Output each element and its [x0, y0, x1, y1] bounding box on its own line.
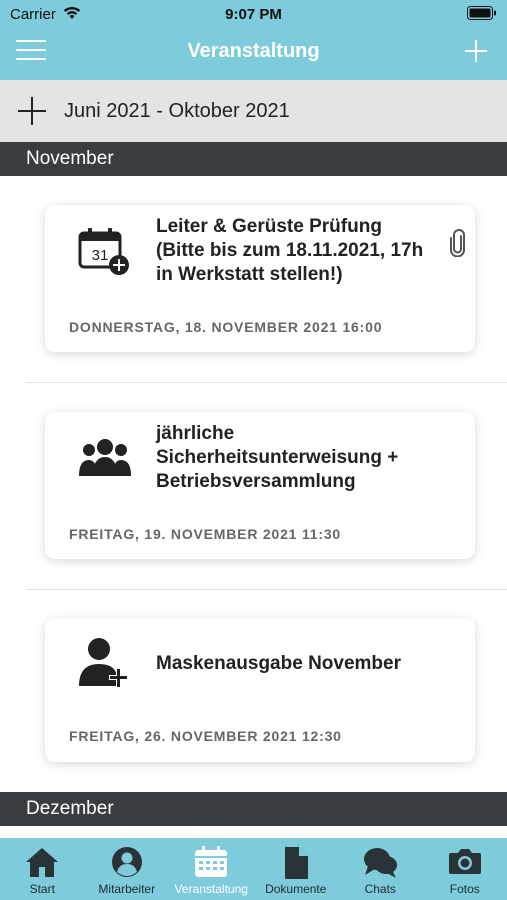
event-card[interactable]: jährliche Sicherheitsunterweisung + Betr…: [45, 412, 475, 559]
event-title: Maskenausgabe November: [156, 653, 401, 674]
tab-label: Veranstaltung: [174, 882, 248, 896]
list-separator: [26, 589, 507, 590]
list-separator: [26, 382, 507, 383]
calendar-icon: [195, 846, 228, 877]
month-header-dezember: Dezember: [0, 792, 507, 826]
event-title: Leiter & Gerüste Prüfung (Bitte bis zum …: [156, 216, 424, 285]
status-bar: Carrier 9:07 PM: [0, 0, 507, 28]
event-title: jährliche Sicherheitsunterweisung + Betr…: [156, 423, 399, 492]
battery-icon: [467, 6, 496, 20]
page-title: Veranstaltung: [187, 40, 320, 62]
tab-fotos[interactable]: Fotos: [423, 838, 507, 900]
person-icon: [111, 847, 142, 877]
tab-dokumente[interactable]: Dokumente: [254, 838, 339, 900]
tab-chats[interactable]: Chats: [338, 838, 423, 900]
calendar-add-icon: 31: [78, 228, 129, 275]
chat-icon: [364, 848, 398, 878]
tab-label: Start: [29, 882, 55, 896]
tab-bar: Start Mitarbeiter Veranstaltung Dokument…: [0, 838, 507, 900]
user-add-icon: [79, 638, 128, 688]
event-date: DONNERSTAG, 18. NOVEMBER 2021 16:00: [69, 319, 383, 335]
app-screen: Carrier 9:07 PM Veranstaltung Juni 2021 …: [0, 0, 507, 900]
tab-start[interactable]: Start: [0, 838, 85, 900]
status-time: 9:07 PM: [225, 6, 282, 23]
home-icon: [26, 848, 59, 877]
event-date: FREITAG, 19. NOVEMBER 2021 11:30: [69, 526, 341, 542]
tab-veranstaltung[interactable]: Veranstaltung: [169, 838, 254, 900]
event-card[interactable]: 31 Leiter & Gerüste Prüfung (Bitte bis z…: [45, 205, 475, 352]
tab-label: Dokumente: [265, 882, 327, 896]
calendar-day: 31: [92, 247, 109, 264]
document-icon: [284, 847, 308, 879]
add-event-button[interactable]: [463, 36, 489, 66]
group-icon: [79, 439, 131, 476]
paperclip-icon[interactable]: [449, 229, 467, 257]
expand-plus-icon: [18, 97, 46, 125]
tab-label: Mitarbeiter: [98, 882, 156, 896]
date-range-label: Juni 2021 - Oktober 2021: [64, 99, 290, 122]
tab-mitarbeiter[interactable]: Mitarbeiter: [85, 838, 170, 900]
tab-label: Chats: [364, 882, 396, 896]
top-bar: Carrier 9:07 PM Veranstaltung: [0, 0, 507, 80]
event-card[interactable]: Maskenausgabe November FREITAG, 26. NOVE…: [45, 618, 475, 762]
date-range-row[interactable]: Juni 2021 - Oktober 2021: [0, 80, 507, 142]
event-date: FREITAG, 26. NOVEMBER 2021 12:30: [69, 728, 342, 744]
tab-label: Fotos: [449, 882, 480, 896]
month-header-november: November: [0, 142, 507, 176]
camera-icon: [448, 849, 481, 874]
